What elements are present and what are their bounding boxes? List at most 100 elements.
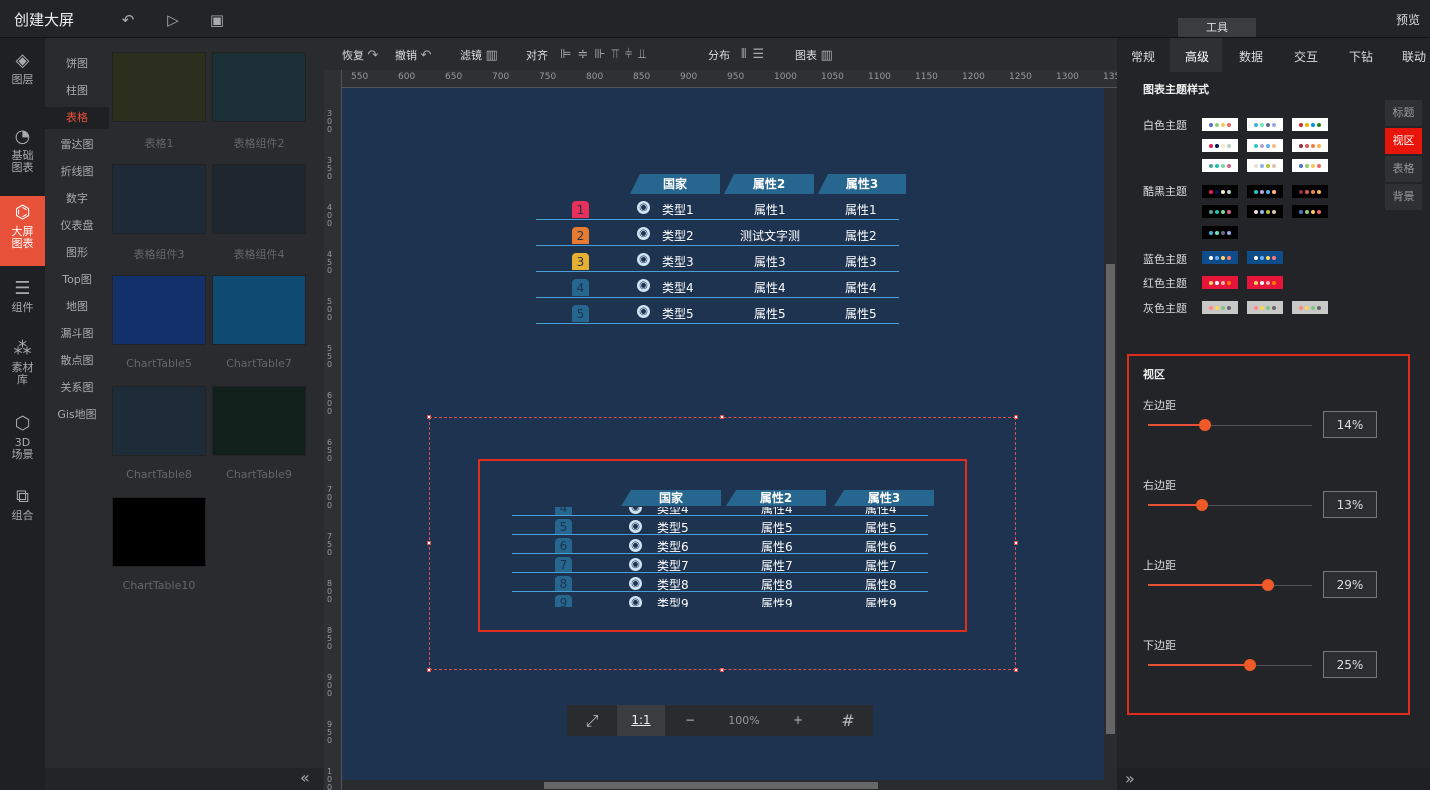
- tab-general[interactable]: 常规: [1131, 48, 1155, 65]
- play-icon[interactable]: ▷: [163, 10, 183, 30]
- tab-linkage[interactable]: 联动: [1402, 48, 1426, 65]
- group-nav[interactable]: ⧉ 组合: [0, 486, 45, 528]
- collapse-left-icon[interactable]: «: [300, 768, 310, 787]
- category-item[interactable]: 漏斗图: [45, 323, 109, 345]
- slider-knob[interactable]: [1243, 659, 1256, 671]
- resize-handle[interactable]: [1014, 415, 1018, 419]
- category-item[interactable]: 饼图: [45, 53, 109, 75]
- distribute-v-icon[interactable]: ☰: [752, 47, 770, 62]
- gallery-thumb[interactable]: [212, 386, 306, 456]
- resize-handle[interactable]: [720, 415, 724, 419]
- theme-swatch[interactable]: [1247, 185, 1283, 198]
- category-item[interactable]: Top图: [45, 269, 109, 291]
- slider-value-input[interactable]: 14%: [1323, 411, 1377, 438]
- gallery-thumb[interactable]: [212, 164, 306, 234]
- resize-handle[interactable]: [427, 668, 431, 672]
- category-item[interactable]: 散点图: [45, 350, 109, 372]
- slider-knob[interactable]: [1261, 579, 1274, 591]
- gallery-thumb[interactable]: [212, 52, 306, 122]
- theme-swatch[interactable]: [1247, 159, 1283, 172]
- vtab-table[interactable]: 表格: [1385, 156, 1422, 182]
- material-nav[interactable]: ⁂ 素材库: [0, 338, 45, 396]
- back-icon[interactable]: ↶: [118, 10, 138, 30]
- align-left-icon[interactable]: ⊫: [560, 47, 577, 62]
- theme-swatch[interactable]: [1247, 139, 1283, 152]
- theme-swatch[interactable]: [1292, 118, 1328, 131]
- category-item[interactable]: 数字: [45, 188, 109, 210]
- gallery-thumb[interactable]: [212, 275, 306, 345]
- theme-swatch[interactable]: [1202, 226, 1238, 239]
- theme-swatch[interactable]: [1247, 276, 1283, 289]
- layers-nav[interactable]: ◈ 图层: [0, 50, 45, 98]
- theme-swatch[interactable]: [1247, 118, 1283, 131]
- grid-icon[interactable]: #: [823, 705, 873, 736]
- category-item[interactable]: 关系图: [45, 377, 109, 399]
- theme-swatch[interactable]: [1202, 159, 1238, 172]
- vertical-scroll-thumb[interactable]: [1106, 264, 1115, 734]
- theme-swatch[interactable]: [1202, 118, 1238, 131]
- align-bottom-icon[interactable]: ⫫: [638, 47, 651, 62]
- distribute-h-icon[interactable]: ⫴: [741, 47, 752, 62]
- slider-knob[interactable]: [1196, 499, 1209, 511]
- theme-swatch[interactable]: [1292, 205, 1328, 218]
- theme-swatch[interactable]: [1247, 205, 1283, 218]
- theme-swatch[interactable]: [1292, 159, 1328, 172]
- theme-swatch[interactable]: [1292, 185, 1328, 198]
- fit-screen-icon[interactable]: ⤢: [567, 705, 617, 736]
- chart-button[interactable]: 图表 ▥: [795, 47, 833, 63]
- align-right-icon[interactable]: ⊪: [594, 47, 611, 62]
- tool-tab[interactable]: 工具: [1178, 18, 1256, 37]
- vtab-viewport[interactable]: 视区: [1385, 128, 1422, 154]
- theme-swatch[interactable]: [1202, 251, 1238, 264]
- filter-button[interactable]: 滤镜 ▥: [460, 47, 498, 63]
- one-to-one-button[interactable]: 1:1: [617, 705, 665, 736]
- redo-button[interactable]: 恢复 ↷: [342, 47, 378, 63]
- resize-handle[interactable]: [1014, 668, 1018, 672]
- collapse-right-icon[interactable]: »: [1125, 769, 1135, 788]
- theme-swatch[interactable]: [1202, 139, 1238, 152]
- theme-swatch[interactable]: [1202, 301, 1238, 314]
- category-item[interactable]: 柱图: [45, 80, 109, 102]
- resize-handle[interactable]: [720, 668, 724, 672]
- gallery-thumb[interactable]: [112, 275, 206, 345]
- align-top-icon[interactable]: ⫪: [612, 47, 625, 62]
- vtab-background[interactable]: 背景: [1385, 184, 1422, 210]
- horizontal-scroll-thumb[interactable]: [544, 782, 878, 789]
- slider-value-input[interactable]: 13%: [1323, 491, 1377, 518]
- preview-button[interactable]: 预览: [1396, 11, 1420, 28]
- slider-value-input[interactable]: 29%: [1323, 571, 1377, 598]
- 3d-scene-nav[interactable]: ⬡ 3D场景: [0, 413, 45, 471]
- theme-swatch[interactable]: [1202, 205, 1238, 218]
- theme-swatch[interactable]: [1292, 139, 1328, 152]
- gallery-thumb[interactable]: [112, 497, 206, 567]
- tab-drilldown[interactable]: 下钻: [1349, 48, 1373, 65]
- gallery-thumb[interactable]: [112, 386, 206, 456]
- undo-button[interactable]: 撤销 ↶: [395, 47, 431, 63]
- basic-chart-nav[interactable]: ◔ 基础图表: [0, 126, 45, 184]
- tab-interaction[interactable]: 交互: [1294, 48, 1318, 65]
- category-item-active[interactable]: 表格: [45, 107, 109, 129]
- zoom-out-button[interactable]: −: [665, 705, 715, 736]
- theme-swatch[interactable]: [1202, 276, 1238, 289]
- theme-swatch[interactable]: [1247, 301, 1283, 314]
- zoom-in-button[interactable]: +: [773, 705, 823, 736]
- save-icon[interactable]: ▣: [207, 10, 227, 30]
- category-item[interactable]: 图形: [45, 242, 109, 264]
- theme-swatch[interactable]: [1247, 251, 1283, 264]
- distribute-icons[interactable]: ⫴☰: [741, 47, 770, 62]
- align-middle-icon[interactable]: ⫩: [625, 47, 638, 62]
- category-item[interactable]: Gis地图: [45, 404, 109, 426]
- align-icons[interactable]: ⊫≑⊪⫪⫩⫫: [560, 47, 652, 62]
- tab-advanced[interactable]: 高级: [1185, 48, 1209, 65]
- align-center-icon[interactable]: ≑: [577, 47, 594, 62]
- category-item[interactable]: 地图: [45, 296, 109, 318]
- gallery-thumb[interactable]: [112, 52, 206, 122]
- theme-swatch[interactable]: [1202, 185, 1238, 198]
- tab-data[interactable]: 数据: [1239, 48, 1263, 65]
- gallery-thumb[interactable]: [112, 164, 206, 234]
- vtab-title[interactable]: 标题: [1385, 100, 1422, 126]
- resize-handle[interactable]: [427, 415, 431, 419]
- screen-chart-nav[interactable]: ⌬ 大屏图表: [0, 196, 45, 266]
- slider-value-input[interactable]: 25%: [1323, 651, 1377, 678]
- theme-swatch[interactable]: [1292, 301, 1328, 314]
